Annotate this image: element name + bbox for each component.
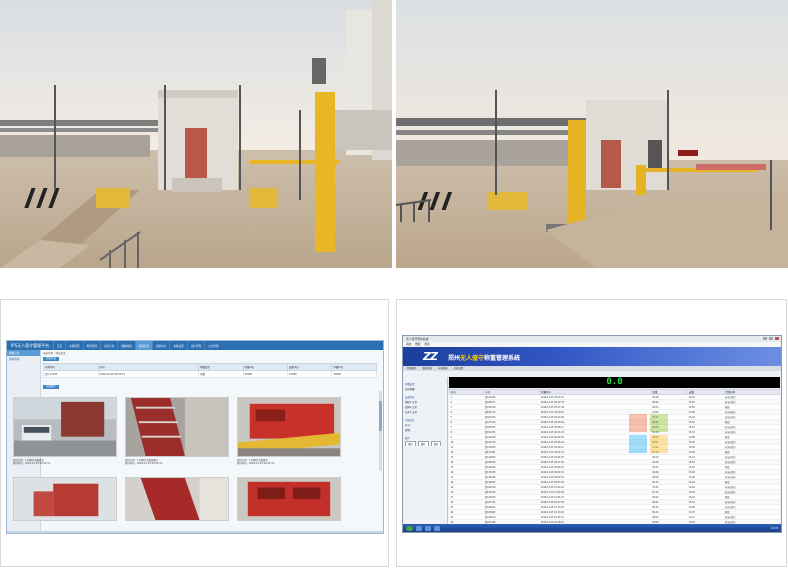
minimize-icon[interactable] [763, 337, 767, 340]
capture-image-grid: 抓拍位置：1号地磅 前摄像头 抓拍时间：2018-12-05 09:32:11 抓… [13, 397, 343, 533]
device-status-infrared: 红外1 正常 [405, 411, 417, 414]
capture-thumbnail-rear[interactable] [237, 397, 341, 457]
table-cell: 毛重 [198, 370, 244, 378]
control-panel: 称重设置 自动称重 设备状态 地磅1 正常 道闸1 正常 红外1 正常 车辆信息… [403, 377, 448, 524]
platform-brand: IPS无人值守管理平台 [11, 342, 50, 348]
toolbar-button[interactable]: 称重操作 [407, 366, 417, 371]
toolbar-button[interactable]: 数据查询 [423, 366, 433, 371]
maximize-icon[interactable] [769, 337, 773, 340]
windows-watermark-icon [629, 414, 668, 453]
weighbridge-photo-right [396, 0, 788, 268]
start-button-icon[interactable] [406, 525, 413, 531]
table-cell: 蒙A·12345 [43, 370, 99, 378]
taskbar-app-icon[interactable] [416, 525, 422, 531]
cargo-field[interactable]: 货物： [405, 428, 445, 433]
nav-item[interactable]: 日志管理 [204, 341, 221, 350]
nav-item[interactable]: 报表统计 [152, 341, 169, 350]
nav-item[interactable]: 车辆管理 [65, 341, 82, 350]
weight-display: 0.0 [449, 377, 780, 388]
system-title: 郑州无人值守称重管理系统 [448, 355, 521, 362]
table-cell: 34000 [331, 370, 377, 378]
taskbar: 10:35 [403, 524, 781, 532]
weighing-records-grid: 序号 车号 称重时间 毛重 皮重 货物名称 1 蒙A12345 2018-12-05 09:1… [449, 389, 780, 524]
company-logo: ZZ [423, 350, 438, 363]
nav-item[interactable]: 图像抓拍 [117, 341, 134, 350]
column-header[interactable]: 车牌号码 [43, 363, 99, 371]
toolbar-button[interactable]: 系统设置 [454, 366, 464, 371]
capture-thumbnail-rear-2[interactable] [237, 477, 341, 521]
nav-item[interactable]: 视频监控 [134, 341, 153, 350]
weighbridge-photo-left [0, 0, 392, 268]
capture-images-tag: 抓拍图片 [43, 385, 60, 389]
toolbar-button[interactable]: 车辆管理 [438, 366, 448, 371]
window-titlebar: 无人值守称重系统 [403, 336, 781, 342]
capture-caption-front: 抓拍位置：1号地磅 前摄像头 抓拍时间：2018-12-05 09:32:11 [13, 459, 51, 465]
records-table: 序号 车号 称重时间 毛重 皮重 货物名称 1 蒙A12345 2018-12-05 09:1… [449, 389, 780, 524]
capture-thumbnail-front[interactable] [13, 397, 117, 457]
raise-gate-button[interactable]: 抬杆 [405, 441, 416, 446]
table-cell: 15280 [286, 370, 333, 378]
column-header[interactable]: 时间 [97, 363, 200, 371]
capture-thumbnail-top-2[interactable] [125, 477, 229, 521]
capture-caption-top: 抓拍位置：1号地磅 顶部摄像头 抓拍时间：2018-12-05 09:32:12 [125, 459, 163, 465]
system-banner: ZZ 郑州无人值守称重管理系统 [403, 347, 781, 366]
toolbar: 称重操作 数据查询 车辆管理 系统设置 [403, 366, 781, 371]
auto-weigh-option[interactable]: 自动称重 [405, 387, 445, 392]
taskbar-clock: 10:35 [771, 526, 778, 530]
weighing-system-screenshot-frame: 无人值守称重系统 系统 数据 帮助 ZZ 郑州无人值守称重管理系统 称重操作 数据查询… [396, 299, 787, 567]
table-cell: 2018-12-05 09:32:11 [97, 370, 200, 378]
column-header[interactable]: 毛重(kg) [242, 363, 289, 371]
capture-thumbnail-top[interactable] [125, 397, 229, 457]
nav-item[interactable]: 过磅记录 [99, 341, 117, 350]
top-navigation-bar: IPS无人值守管理平台 首页 车辆管理 称重管理 过磅记录 图像抓拍 视频监控 报表统计 系统… [7, 341, 383, 350]
close-icon[interactable] [775, 337, 779, 340]
save-button[interactable]: 保存 [430, 441, 442, 446]
capture-info-tag: 抓拍信息 [43, 357, 60, 361]
capture-thumbnail-front-2[interactable] [13, 477, 117, 521]
breadcrumb: 当前位置：抓拍记录 [43, 352, 66, 355]
taskbar-app-icon[interactable] [434, 525, 440, 531]
capture-platform-window: IPS无人值守管理平台 首页 车辆管理 称重管理 过磅记录 图像抓拍 视频监控 报表统计 系统… [6, 340, 384, 534]
capture-platform-screenshot-frame: IPS无人值守管理平台 首页 车辆管理 称重管理 过磅记录 图像抓拍 视频监控 报表统计 系统… [0, 299, 389, 567]
capture-caption-rear: 抓拍位置：1号地磅 后摄像头 抓拍时间：2018-12-05 09:32:12 [237, 459, 275, 465]
main-nav: 首页 车辆管理 称重管理 过磅记录 图像抓拍 视频监控 报表统计 系统设置 用户管理 日志管理 [53, 341, 222, 350]
nav-item[interactable]: 称重管理 [82, 341, 100, 350]
column-header[interactable]: 皮重(kg) [286, 363, 333, 371]
weighing-system-window: 无人值守称重系统 系统 数据 帮助 ZZ 郑州无人值守称重管理系统 称重操作 数据查询… [402, 335, 782, 533]
lower-gate-button[interactable]: 落杆 [417, 441, 429, 446]
column-header[interactable]: 净重(kg) [331, 363, 377, 371]
footer-bar [7, 531, 383, 533]
scrollbar-thumb[interactable] [379, 401, 382, 431]
nav-item[interactable]: 首页 [53, 341, 65, 350]
window-title: 无人值守称重系统 [406, 337, 429, 341]
table-cell: 49280 [242, 370, 289, 378]
nav-item[interactable]: 用户管理 [186, 341, 204, 350]
taskbar-app-icon[interactable] [425, 525, 431, 531]
sidebar-item[interactable]: 抓拍查询 [7, 356, 40, 362]
vertical-scrollbar[interactable] [379, 391, 382, 471]
nav-item[interactable]: 系统设置 [169, 341, 186, 350]
capture-info-table: 车牌号码 时间 称重类型 毛重(kg) 皮重(kg) 净重(kg) 蒙A·12345 201… [43, 363, 377, 378]
table-row[interactable]: 蒙A·12345 2018-12-05 09:32:11 毛重 49280 15280 3… [43, 370, 377, 378]
column-header[interactable]: 称重类型 [198, 363, 244, 371]
